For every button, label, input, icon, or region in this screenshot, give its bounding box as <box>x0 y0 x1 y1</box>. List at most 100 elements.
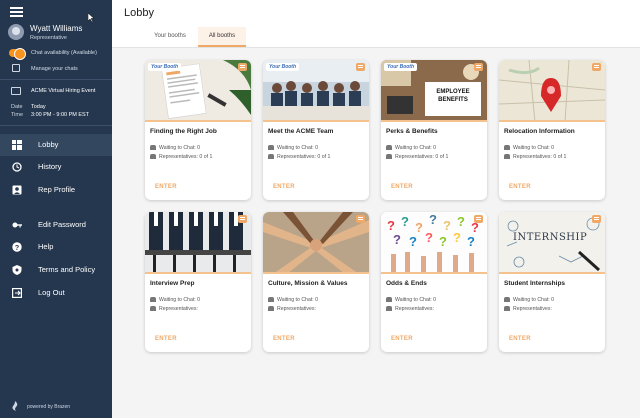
event-title: ACME Virtual Hiring Event <box>31 88 96 94</box>
booth-title: Perks & Benefits <box>386 128 438 135</box>
booth-image <box>145 212 251 274</box>
svg-text:?: ? <box>425 230 433 245</box>
avatar[interactable] <box>8 24 24 40</box>
svg-text:?: ? <box>439 234 447 249</box>
enter-button[interactable]: ENTER <box>391 184 413 190</box>
key-icon <box>12 222 22 228</box>
people-icon <box>504 297 510 302</box>
enter-button[interactable]: ENTER <box>509 336 531 342</box>
booth-image: ??? ??? ??? ??? ? <box>381 212 487 274</box>
nav-lobby[interactable]: Lobby <box>0 134 112 156</box>
booth-card[interactable]: Your Booth Finding the Right Job Waiting… <box>145 60 251 200</box>
rep-icon <box>504 154 510 159</box>
representatives-count: Representatives: <box>513 306 552 312</box>
manage-chats-link[interactable]: Manage your chats <box>31 66 78 72</box>
svg-text:?: ? <box>387 218 395 233</box>
tab-your-booths[interactable]: Your booths <box>142 27 198 47</box>
waiting-count: Waiting to Chat: 0 <box>513 297 555 303</box>
chat-list-icon <box>12 64 20 72</box>
chat-availability-toggle[interactable] <box>9 48 26 60</box>
chat-icon[interactable] <box>592 215 601 223</box>
sidebar: Wyatt Williams Representative Chat avail… <box>0 0 112 418</box>
chat-icon[interactable] <box>356 63 365 71</box>
representatives-count: Representatives: <box>395 306 434 312</box>
rep-icon <box>150 306 156 311</box>
svg-text:?: ? <box>393 232 401 247</box>
svg-text:?: ? <box>401 214 409 229</box>
waiting-count: Waiting to Chat: 0 <box>277 145 319 151</box>
divider <box>0 79 112 80</box>
your-booth-badge: Your Booth <box>148 63 182 71</box>
booth-image: INTERNSHIP <box>499 212 605 274</box>
svg-text:?: ? <box>409 234 417 249</box>
booth-title: Meet the ACME Team <box>268 128 334 135</box>
chat-icon[interactable] <box>474 215 483 223</box>
people-icon <box>268 297 274 302</box>
nav-history-label: History <box>38 162 62 171</box>
nav-lobby-label: Lobby <box>38 140 59 149</box>
brazen-logo-icon <box>12 401 18 411</box>
booth-title: Student Internships <box>504 280 566 287</box>
nav-rep-profile[interactable]: Rep Profile <box>0 179 112 201</box>
date-value: Today <box>31 104 46 110</box>
waiting-count: Waiting to Chat: 0 <box>395 145 437 151</box>
booth-card[interactable]: Interview Prep Waiting to Chat: 0 Repres… <box>145 212 251 352</box>
booth-card[interactable]: INTERNSHIP Student Internships Waiting t… <box>499 212 605 352</box>
profile-icon <box>12 185 22 195</box>
svg-text:?: ? <box>457 214 465 229</box>
waiting-count: Waiting to Chat: 0 <box>395 297 437 303</box>
enter-button[interactable]: ENTER <box>155 336 177 342</box>
nav-terms[interactable]: Terms and Policy <box>0 259 112 281</box>
svg-text:?: ? <box>467 234 475 249</box>
user-name: Wyatt Williams <box>30 24 83 33</box>
tab-all-booths[interactable]: All booths <box>198 27 246 47</box>
nav-help[interactable]: ? Help <box>0 236 112 258</box>
enter-button[interactable]: ENTER <box>509 184 531 190</box>
nav-edit-password[interactable]: Edit Password <box>0 214 112 236</box>
user-role: Representative <box>30 35 67 41</box>
booth-image <box>499 60 605 122</box>
chat-icon[interactable] <box>474 63 483 71</box>
menu-icon[interactable] <box>10 7 23 17</box>
powered-by-label: powered by Brazen <box>27 404 71 410</box>
shield-icon <box>12 265 22 275</box>
cursor-icon <box>88 13 95 22</box>
people-icon <box>150 145 156 150</box>
representatives-count: Representatives: <box>277 306 316 312</box>
representatives-count: Representatives: 0 of 1 <box>395 154 449 160</box>
booth-title: Culture, Mission & Values <box>268 280 348 287</box>
booth-image-text: EMPLOYEE BENEFITS <box>436 89 470 103</box>
your-booth-badge: Your Booth <box>266 63 300 71</box>
booth-card[interactable]: EMPLOYEE BENEFITS Your Booth Perks & Ben… <box>381 60 487 200</box>
enter-button[interactable]: ENTER <box>155 184 177 190</box>
booth-card[interactable]: ??? ??? ??? ??? ? Odds & Ends Waiting to… <box>381 212 487 352</box>
chat-icon[interactable] <box>238 63 247 71</box>
booth-image <box>263 212 369 274</box>
svg-text:?: ? <box>453 230 461 245</box>
nav-history[interactable]: History <box>0 156 112 178</box>
rep-icon <box>268 306 274 311</box>
booth-card[interactable]: Culture, Mission & Values Waiting to Cha… <box>263 212 369 352</box>
nav-log-out[interactable]: Log Out <box>0 282 112 304</box>
booth-card[interactable]: Your Booth Meet the ACME Team Waiting to… <box>263 60 369 200</box>
booth-card[interactable]: Relocation Information Waiting to Chat: … <box>499 60 605 200</box>
chat-icon[interactable] <box>238 215 247 223</box>
dashboard-icon <box>12 140 22 150</box>
booth-title: Odds & Ends <box>386 280 427 287</box>
date-key: Date <box>11 104 23 110</box>
history-icon <box>12 162 22 172</box>
enter-button[interactable]: ENTER <box>391 336 413 342</box>
booth-title: Relocation Information <box>504 128 575 135</box>
chat-icon[interactable] <box>356 215 365 223</box>
waiting-count: Waiting to Chat: 0 <box>159 145 201 151</box>
divider <box>0 125 112 126</box>
chat-icon[interactable] <box>592 63 601 71</box>
representatives-count: Representatives: 0 of 1 <box>277 154 331 160</box>
representatives-count: Representatives: 0 of 1 <box>159 154 213 160</box>
enter-button[interactable]: ENTER <box>273 336 295 342</box>
enter-button[interactable]: ENTER <box>273 184 295 190</box>
people-icon <box>150 297 156 302</box>
representatives-count: Representatives: <box>159 306 198 312</box>
nav-log-out-label: Log Out <box>38 288 65 297</box>
nav-terms-label: Terms and Policy <box>38 265 96 274</box>
